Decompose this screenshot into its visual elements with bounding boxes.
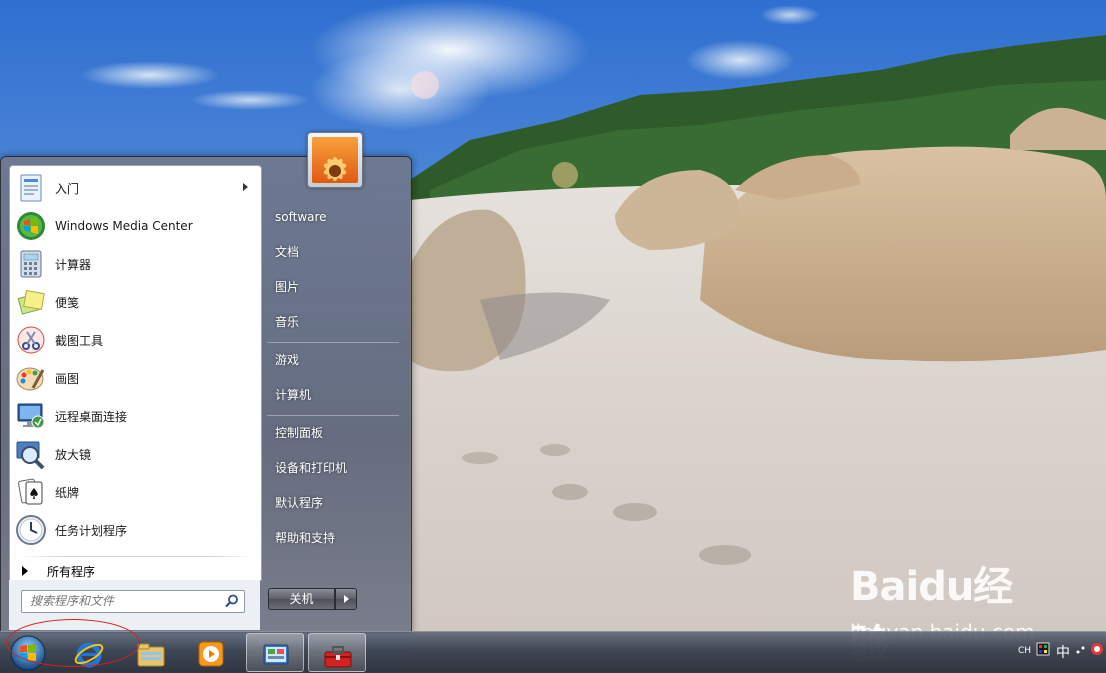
program-label: 截图工具 [55, 333, 104, 348]
search-box[interactable] [21, 590, 245, 613]
solitaire-icon [18, 478, 43, 505]
program-list-divider [18, 556, 256, 557]
right-item-default-programs[interactable]: 默认程序 [267, 488, 410, 518]
keyboard-icon[interactable] [1036, 642, 1050, 656]
right-item-computer[interactable]: 计算机 [267, 380, 410, 410]
program-item-snipping-tool[interactable]: 截图工具 [13, 322, 258, 358]
media-player-icon [198, 641, 224, 667]
right-item-documents[interactable]: 文档 [267, 237, 410, 267]
annotation-circle [6, 619, 140, 667]
program-item-sticky-notes[interactable]: 便笺 [13, 284, 258, 320]
taskbar-control-panel[interactable] [246, 633, 304, 672]
program-item-paint[interactable]: 画图 [13, 360, 258, 396]
flower-icon [312, 137, 358, 183]
right-pane-divider [267, 342, 399, 343]
program-label: 远程桌面连接 [55, 409, 128, 424]
remote-desktop-icon [17, 403, 45, 429]
shutdown-group: 关机 [268, 588, 357, 610]
user-avatar[interactable] [307, 132, 363, 188]
program-item-calculator[interactable]: 计算器 [13, 246, 258, 282]
snipping-tool-icon [17, 326, 45, 354]
right-item-music[interactable]: 音乐 [267, 307, 410, 337]
start-menu-program-list: 入门 Windows Media Center 计算器 便笺 截图工具 画图 远… [9, 165, 262, 581]
taskbar: CH 中 [0, 631, 1106, 673]
program-item-magnifier[interactable]: 放大镜 [13, 436, 258, 472]
language-indicator[interactable]: CH [1018, 646, 1031, 656]
tray-app-icon[interactable] [1090, 642, 1104, 656]
right-item-games[interactable]: 游戏 [267, 345, 410, 375]
program-item-task-scheduler[interactable]: 任务计划程序 [13, 512, 258, 548]
magnifier-icon [16, 441, 45, 470]
paint-icon [16, 367, 45, 391]
program-item-solitaire[interactable]: 纸牌 [13, 474, 258, 510]
getting-started-icon [20, 174, 42, 202]
ime-indicator[interactable]: 中 [1056, 642, 1070, 662]
program-label: 纸牌 [55, 485, 80, 500]
program-label: Windows Media Center [55, 219, 193, 233]
taskbar-media-player[interactable] [182, 633, 240, 671]
task-scheduler-icon [16, 515, 46, 545]
media-center-icon [17, 212, 45, 240]
expand-arrow-icon [22, 566, 28, 576]
calculator-icon [20, 250, 42, 278]
control-panel-icon [263, 644, 289, 665]
taskbar-toolbox[interactable] [308, 633, 366, 672]
program-label: 画图 [55, 371, 80, 386]
program-item-getting-started[interactable]: 入门 [13, 170, 258, 206]
search-input[interactable] [22, 591, 226, 610]
right-item-control-panel[interactable]: 控制面板 [267, 418, 410, 448]
search-icon[interactable] [224, 593, 240, 609]
shutdown-button[interactable]: 关机 [268, 588, 335, 610]
all-programs-label: 所有程序 [47, 564, 96, 579]
right-item-help-support[interactable]: 帮助和支持 [267, 523, 410, 553]
submenu-arrow-icon[interactable] [243, 183, 248, 191]
right-item-pictures[interactable]: 图片 [267, 272, 410, 302]
toolbox-icon [324, 646, 352, 668]
program-label: 任务计划程序 [55, 523, 128, 538]
chevron-right-icon [344, 595, 349, 603]
sticky-notes-icon [17, 289, 45, 315]
all-programs-button[interactable]: 所有程序 [13, 561, 258, 581]
program-label: 放大镜 [55, 447, 92, 462]
ime-punctuation-icon[interactable] [1074, 642, 1088, 656]
right-pane-divider [267, 415, 399, 416]
program-item-remote-desktop[interactable]: 远程桌面连接 [13, 398, 258, 434]
start-menu: 入门 Windows Media Center 计算器 便笺 截图工具 画图 远… [0, 156, 412, 633]
program-label: 便笺 [55, 295, 80, 310]
system-tray: CH 中 [996, 632, 1106, 673]
program-label: 计算器 [55, 257, 92, 272]
right-item-devices-printers[interactable]: 设备和打印机 [267, 453, 410, 483]
right-item-software[interactable]: software [267, 202, 410, 232]
shutdown-options-button[interactable] [335, 588, 357, 610]
program-item-media-center[interactable]: Windows Media Center [13, 208, 258, 244]
program-label: 入门 [55, 181, 80, 196]
